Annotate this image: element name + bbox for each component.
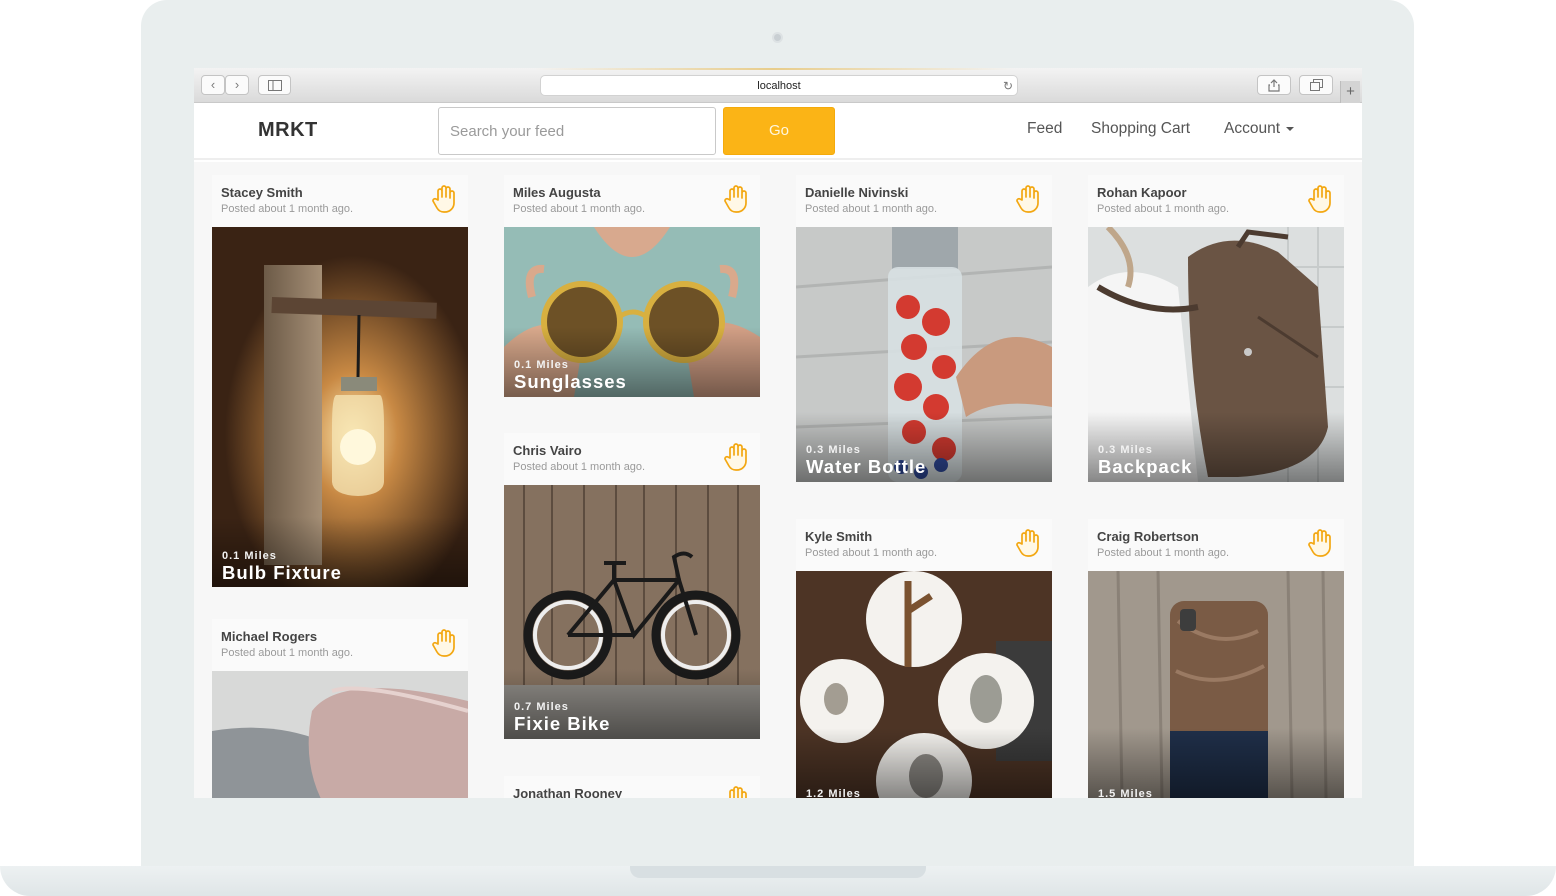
loading-indicator <box>534 68 1014 70</box>
feed-card[interactable]: Miles Augusta Posted about 1 month ago. <box>504 175 760 397</box>
distance-label: 0.1 Miles <box>514 359 569 371</box>
hand-raise-icon[interactable] <box>1306 528 1334 558</box>
feed-card[interactable]: Stacey Smith Posted about 1 month ago. 0… <box>212 175 468 587</box>
item-title: Fixie Bike <box>514 713 611 734</box>
seller-name[interactable]: Danielle Nivinski <box>805 185 908 200</box>
feed-card[interactable]: Jonathan Rooney <box>504 776 760 798</box>
browser-toolbar: ‹ › localhost ↻ + <box>194 68 1362 103</box>
seller-name[interactable]: Stacey Smith <box>221 185 303 200</box>
seller-name[interactable]: Jonathan Rooney <box>513 786 622 798</box>
forward-icon: › <box>234 77 240 92</box>
card-header: Rohan Kapoor Posted about 1 month ago. <box>1088 175 1344 227</box>
seller-name[interactable]: Craig Robertson <box>1097 529 1199 544</box>
card-header: Craig Robertson Posted about 1 month ago… <box>1088 519 1344 571</box>
item-photo[interactable]: 1.5 Miles <box>1088 571 1344 798</box>
hand-raise-icon[interactable] <box>1306 184 1334 214</box>
laptop-notch <box>630 866 926 878</box>
tabs-icon <box>1309 79 1323 91</box>
hand-raise-icon[interactable] <box>430 184 458 214</box>
back-icon: ‹ <box>210 77 216 92</box>
feed-card[interactable]: Rohan Kapoor Posted about 1 month ago. 0… <box>1088 175 1344 482</box>
item-photo[interactable]: 0.3 Miles Water Bottle <box>796 227 1052 482</box>
posted-time: Posted about 1 month ago. <box>805 203 938 215</box>
hand-raise-icon[interactable] <box>722 442 750 472</box>
posted-time: Posted about 1 month ago. <box>805 547 938 559</box>
seller-name[interactable]: Chris Vairo <box>513 443 582 458</box>
share-icon <box>1268 79 1280 92</box>
card-header: Stacey Smith Posted about 1 month ago. <box>212 175 468 227</box>
nav-account-dropdown[interactable]: Account <box>1224 120 1295 138</box>
account-label: Account <box>1224 120 1281 137</box>
distance-label: 1.2 Miles <box>806 788 861 798</box>
card-header: Danielle Nivinski Posted about 1 month a… <box>796 175 1052 227</box>
feed-card[interactable]: Michael Rogers Posted about 1 month ago. <box>212 619 468 798</box>
item-title: Sunglasses <box>514 371 627 392</box>
item-photo[interactable]: 0.7 Miles Fixie Bike <box>504 485 760 739</box>
camera-dot <box>772 32 783 43</box>
posted-time: Posted about 1 month ago. <box>1097 203 1230 215</box>
item-photo[interactable]: 0.3 Miles Backpack <box>1088 227 1344 482</box>
distance-label: 0.3 Miles <box>806 444 861 456</box>
seller-name[interactable]: Rohan Kapoor <box>1097 185 1187 200</box>
card-header: Miles Augusta Posted about 1 month ago. <box>504 175 760 227</box>
item-title: Bulb Fixture <box>222 562 342 583</box>
sidebar-icon <box>267 80 282 91</box>
seller-name[interactable]: Michael Rogers <box>221 629 317 644</box>
posted-time: Posted about 1 month ago. <box>1097 547 1230 559</box>
item-photo[interactable] <box>212 671 468 798</box>
item-title: Backpack <box>1098 456 1193 477</box>
pillow-illustration <box>212 671 468 798</box>
screen: ‹ › localhost ↻ + MRKT Go Feed Shopping … <box>194 68 1362 798</box>
item-photo[interactable]: 0.1 Miles Bulb Fixture <box>212 227 468 587</box>
address-bar[interactable]: localhost ↻ <box>540 75 1018 96</box>
card-header: Michael Rogers Posted about 1 month ago. <box>212 619 468 671</box>
nav-feed-link[interactable]: Feed <box>1027 120 1062 138</box>
distance-label: 1.5 Miles <box>1098 788 1153 798</box>
seller-name[interactable]: Miles Augusta <box>513 185 601 200</box>
site-navbar: MRKT Go Feed Shopping Cart Account <box>194 103 1362 160</box>
url-text: localhost <box>757 80 801 92</box>
distance-label: 0.7 Miles <box>514 701 569 713</box>
back-button[interactable]: ‹ <box>201 75 225 95</box>
item-photo[interactable]: 1.2 Miles <box>796 571 1052 798</box>
nav-cart-link[interactable]: Shopping Cart <box>1091 120 1190 138</box>
card-header: Chris Vairo Posted about 1 month ago. <box>504 433 760 485</box>
feed-grid: Stacey Smith Posted about 1 month ago. 0… <box>194 162 1362 798</box>
card-header: Kyle Smith Posted about 1 month ago. <box>796 519 1052 571</box>
posted-time: Posted about 1 month ago. <box>513 203 646 215</box>
sidebar-button[interactable] <box>258 75 291 95</box>
card-header: Jonathan Rooney <box>504 776 760 798</box>
posted-time: Posted about 1 month ago. <box>221 203 354 215</box>
hand-raise-icon[interactable] <box>722 785 750 798</box>
hand-raise-icon[interactable] <box>1014 184 1042 214</box>
feed-card[interactable]: Kyle Smith Posted about 1 month ago. 1.2… <box>796 519 1052 798</box>
distance-label: 0.1 Miles <box>222 550 277 562</box>
plus-icon: + <box>1346 83 1355 100</box>
search-input[interactable] <box>438 107 716 155</box>
caret-down-icon <box>1286 126 1295 131</box>
seller-name[interactable]: Kyle Smith <box>805 529 872 544</box>
share-button[interactable] <box>1257 75 1291 95</box>
tabs-button[interactable] <box>1299 75 1333 95</box>
feed-card[interactable]: Chris Vairo Posted about 1 month ago. 0.… <box>504 433 760 739</box>
reload-icon[interactable]: ↻ <box>1003 76 1013 96</box>
go-button[interactable]: Go <box>723 107 835 155</box>
item-title: Water Bottle <box>806 456 927 477</box>
feed-card[interactable]: Craig Robertson Posted about 1 month ago… <box>1088 519 1344 798</box>
posted-time: Posted about 1 month ago. <box>221 647 354 659</box>
feed-card[interactable]: Danielle Nivinski Posted about 1 month a… <box>796 175 1052 482</box>
posted-time: Posted about 1 month ago. <box>513 461 646 473</box>
brand-logo[interactable]: MRKT <box>258 119 318 142</box>
new-tab-button[interactable]: + <box>1340 81 1360 103</box>
item-photo[interactable]: 0.1 Miles Sunglasses <box>504 227 760 397</box>
forward-button[interactable]: › <box>225 75 249 95</box>
hand-raise-icon[interactable] <box>722 184 750 214</box>
hand-raise-icon[interactable] <box>1014 528 1042 558</box>
distance-label: 0.3 Miles <box>1098 444 1153 456</box>
hand-raise-icon[interactable] <box>430 628 458 658</box>
